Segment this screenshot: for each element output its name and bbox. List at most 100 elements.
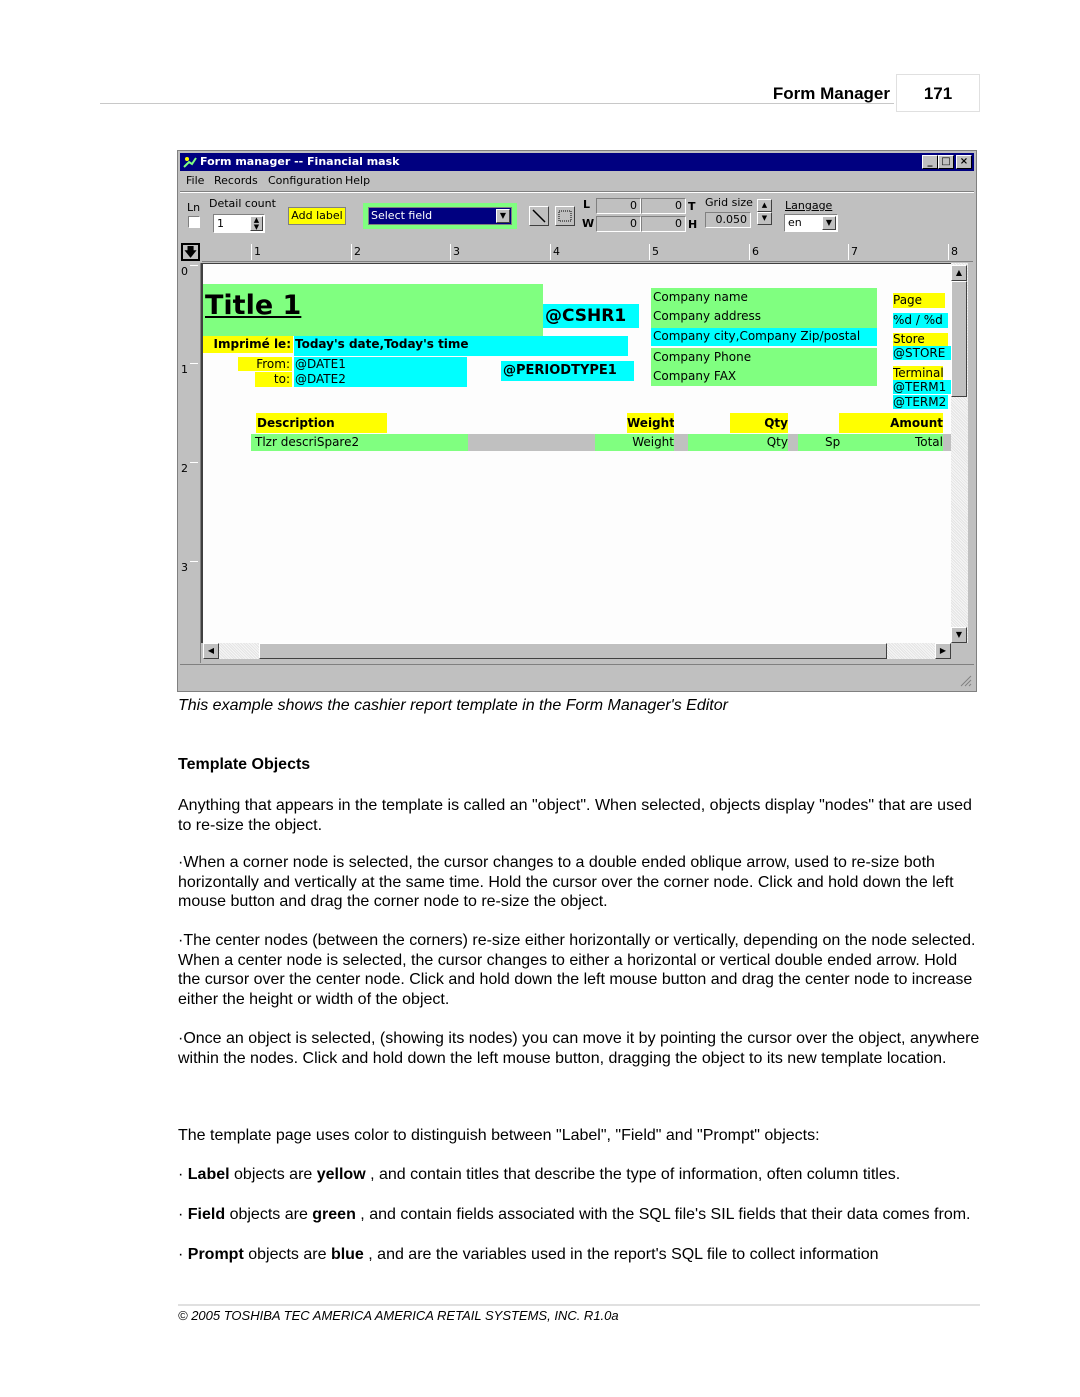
scroll-track-left[interactable] bbox=[219, 643, 259, 659]
period-prompt[interactable]: @PERIODTYPE1 bbox=[501, 361, 634, 381]
company-fields-bottom[interactable]: Company Phone Company FAX bbox=[651, 348, 877, 386]
T-label: T bbox=[688, 200, 696, 213]
language-value: en bbox=[788, 216, 802, 229]
dropdown-arrow-icon[interactable]: ▼ bbox=[496, 209, 510, 223]
ruler-tick: 2 bbox=[181, 462, 198, 475]
horizontal-scroll-thumb[interactable] bbox=[259, 643, 887, 659]
resize-grip-icon[interactable] bbox=[958, 673, 972, 687]
maximize-button[interactable]: □ bbox=[938, 155, 954, 169]
menu-configuration[interactable]: Configuration bbox=[268, 174, 343, 187]
horizontal-ruler: 1 2 3 4 5 6 7 8 bbox=[202, 243, 973, 262]
stepper-arrows-icon[interactable]: ▲ ▼ bbox=[250, 216, 263, 231]
ruler-tick: 2 bbox=[351, 244, 361, 260]
footer-rule bbox=[178, 1304, 980, 1306]
title-text: Title 1 bbox=[205, 290, 302, 321]
ln-checkbox[interactable] bbox=[188, 216, 200, 228]
company-city-prompt[interactable]: Company city,Company Zip/postal bbox=[651, 328, 877, 346]
company-fields-top[interactable]: Company name Company address bbox=[651, 288, 877, 328]
bullet-text: , and are the variables used in the repo… bbox=[363, 1246, 879, 1263]
select-field-dropdown[interactable]: Select field ▼ bbox=[368, 207, 512, 225]
store-label[interactable]: Store bbox=[893, 333, 948, 346]
ln-label: Ln bbox=[187, 201, 201, 214]
dotted-rectangle-icon bbox=[558, 210, 572, 222]
line-tool-button[interactable] bbox=[529, 206, 549, 226]
T-field[interactable]: 0 bbox=[641, 198, 686, 214]
L-label: L bbox=[583, 198, 591, 211]
page-label[interactable]: Page bbox=[893, 293, 945, 308]
column-amount-label[interactable]: Amount bbox=[839, 413, 943, 433]
bullet-dot: · bbox=[178, 1166, 188, 1183]
detail-count-stepper[interactable]: 1 ▲ ▼ bbox=[213, 214, 265, 233]
language-dropdown[interactable]: en ▼ bbox=[784, 214, 838, 232]
dropdown-arrow-icon[interactable]: ▼ bbox=[822, 216, 836, 230]
footer-copyright: © 2005 TOSHIBA TEC AMERICA AMERICA RETAI… bbox=[178, 1308, 619, 1323]
menu-records[interactable]: Records bbox=[214, 174, 258, 187]
bullet-field: · Field objects are green , and contain … bbox=[178, 1205, 983, 1225]
ruler-tick: 4 bbox=[550, 244, 560, 260]
page-value-prompt[interactable]: %d / %d bbox=[893, 313, 948, 328]
paragraph: ·When a corner node is selected, the cur… bbox=[178, 854, 954, 910]
bullet-dot: · bbox=[178, 1206, 188, 1223]
menu-help[interactable]: Help bbox=[345, 174, 370, 187]
W-field[interactable]: 0 bbox=[596, 216, 641, 232]
column-description-label[interactable]: Description bbox=[256, 413, 387, 433]
bullet-prompt: · Prompt objects are blue , and are the … bbox=[178, 1245, 983, 1265]
paragraph: Anything that appears in the template is… bbox=[178, 797, 972, 834]
company-name: Company name bbox=[653, 290, 748, 304]
title-field[interactable]: Title 1 bbox=[203, 284, 543, 336]
store-prompt[interactable]: @STORE bbox=[893, 346, 951, 360]
add-label-button[interactable]: Add label bbox=[288, 207, 346, 225]
bullet-dot: · bbox=[178, 1246, 188, 1263]
detail-count-label: Detail count bbox=[209, 197, 276, 210]
detail-weight-field[interactable]: Weight bbox=[595, 434, 674, 451]
detail-qty-field[interactable]: Qty bbox=[688, 434, 788, 451]
scroll-up-icon[interactable]: ▲ bbox=[951, 265, 967, 281]
printed-label[interactable]: Imprimé le: bbox=[203, 336, 293, 353]
down-arrow-button[interactable]: 🡇 bbox=[181, 243, 200, 261]
ruler-tick: 0 bbox=[181, 265, 198, 278]
date-prompts[interactable]: @DATE1 @DATE2 bbox=[294, 357, 467, 387]
detail-description-field[interactable]: Tlzr descriSpare2 bbox=[251, 434, 468, 451]
paragraph: The template page uses color to distingu… bbox=[178, 1127, 820, 1144]
L-field[interactable]: 0 bbox=[596, 198, 641, 214]
vertical-ruler: 0 1 2 3 bbox=[180, 263, 201, 663]
printed-value-prompt[interactable]: Today's date,Today's time bbox=[294, 336, 628, 356]
rect-tool-button[interactable] bbox=[555, 206, 575, 226]
bullet-text: , and contain fields associated with the… bbox=[355, 1206, 971, 1223]
app-icon bbox=[183, 157, 197, 168]
ruler-tick: 3 bbox=[181, 561, 198, 574]
H-field[interactable]: 0 bbox=[641, 216, 686, 232]
grid-size-label: Grid size bbox=[705, 196, 753, 209]
term2-prompt[interactable]: @TERM2 bbox=[893, 395, 948, 409]
grid-down-icon[interactable]: ▼ bbox=[757, 212, 772, 225]
scroll-track-right[interactable] bbox=[887, 643, 935, 659]
company-fax: Company FAX bbox=[653, 369, 737, 383]
horizontal-scrollbar[interactable]: ◀ ▶ bbox=[203, 643, 951, 660]
column-qty-label[interactable]: Qty bbox=[730, 413, 788, 433]
minimize-button[interactable]: _ bbox=[922, 155, 938, 169]
column-weight-label[interactable]: Weight bbox=[627, 413, 674, 433]
scroll-left-icon[interactable]: ◀ bbox=[203, 643, 219, 659]
detail-count-value: 1 bbox=[217, 217, 224, 230]
title-bar: Form manager -- Financial mask _ □ × bbox=[180, 153, 974, 171]
ruler-tick: 6 bbox=[749, 244, 759, 260]
template-canvas[interactable]: Title 1 @CSHR1 Imprimé le: Today's date,… bbox=[201, 263, 951, 643]
vertical-scroll-thumb[interactable] bbox=[951, 281, 967, 397]
bullet-label: · Label objects are yellow , and contain… bbox=[178, 1165, 983, 1185]
bullet-term: Label bbox=[187, 1166, 230, 1183]
ruler-tick: 7 bbox=[848, 244, 858, 260]
to-value: @DATE2 bbox=[295, 372, 346, 386]
scroll-right-icon[interactable]: ▶ bbox=[935, 643, 951, 659]
menu-file[interactable]: File bbox=[186, 174, 204, 187]
detail-sp-total-field[interactable]: Sp Total bbox=[798, 434, 943, 451]
term1-prompt[interactable]: @TERM1 bbox=[893, 380, 951, 394]
from-label[interactable]: From: bbox=[238, 357, 292, 371]
to-label[interactable]: to: bbox=[255, 372, 292, 387]
terminal-label[interactable]: Terminal bbox=[893, 366, 943, 380]
grid-up-icon[interactable]: ▲ bbox=[757, 199, 772, 212]
grid-size-field[interactable]: 0.050 bbox=[705, 212, 751, 228]
close-button[interactable]: × bbox=[956, 155, 972, 169]
scroll-down-icon[interactable]: ▼ bbox=[951, 627, 967, 643]
cashier-prompt[interactable]: @CSHR1 bbox=[543, 304, 639, 328]
vertical-scrollbar[interactable]: ▲ ▼ bbox=[951, 263, 968, 643]
